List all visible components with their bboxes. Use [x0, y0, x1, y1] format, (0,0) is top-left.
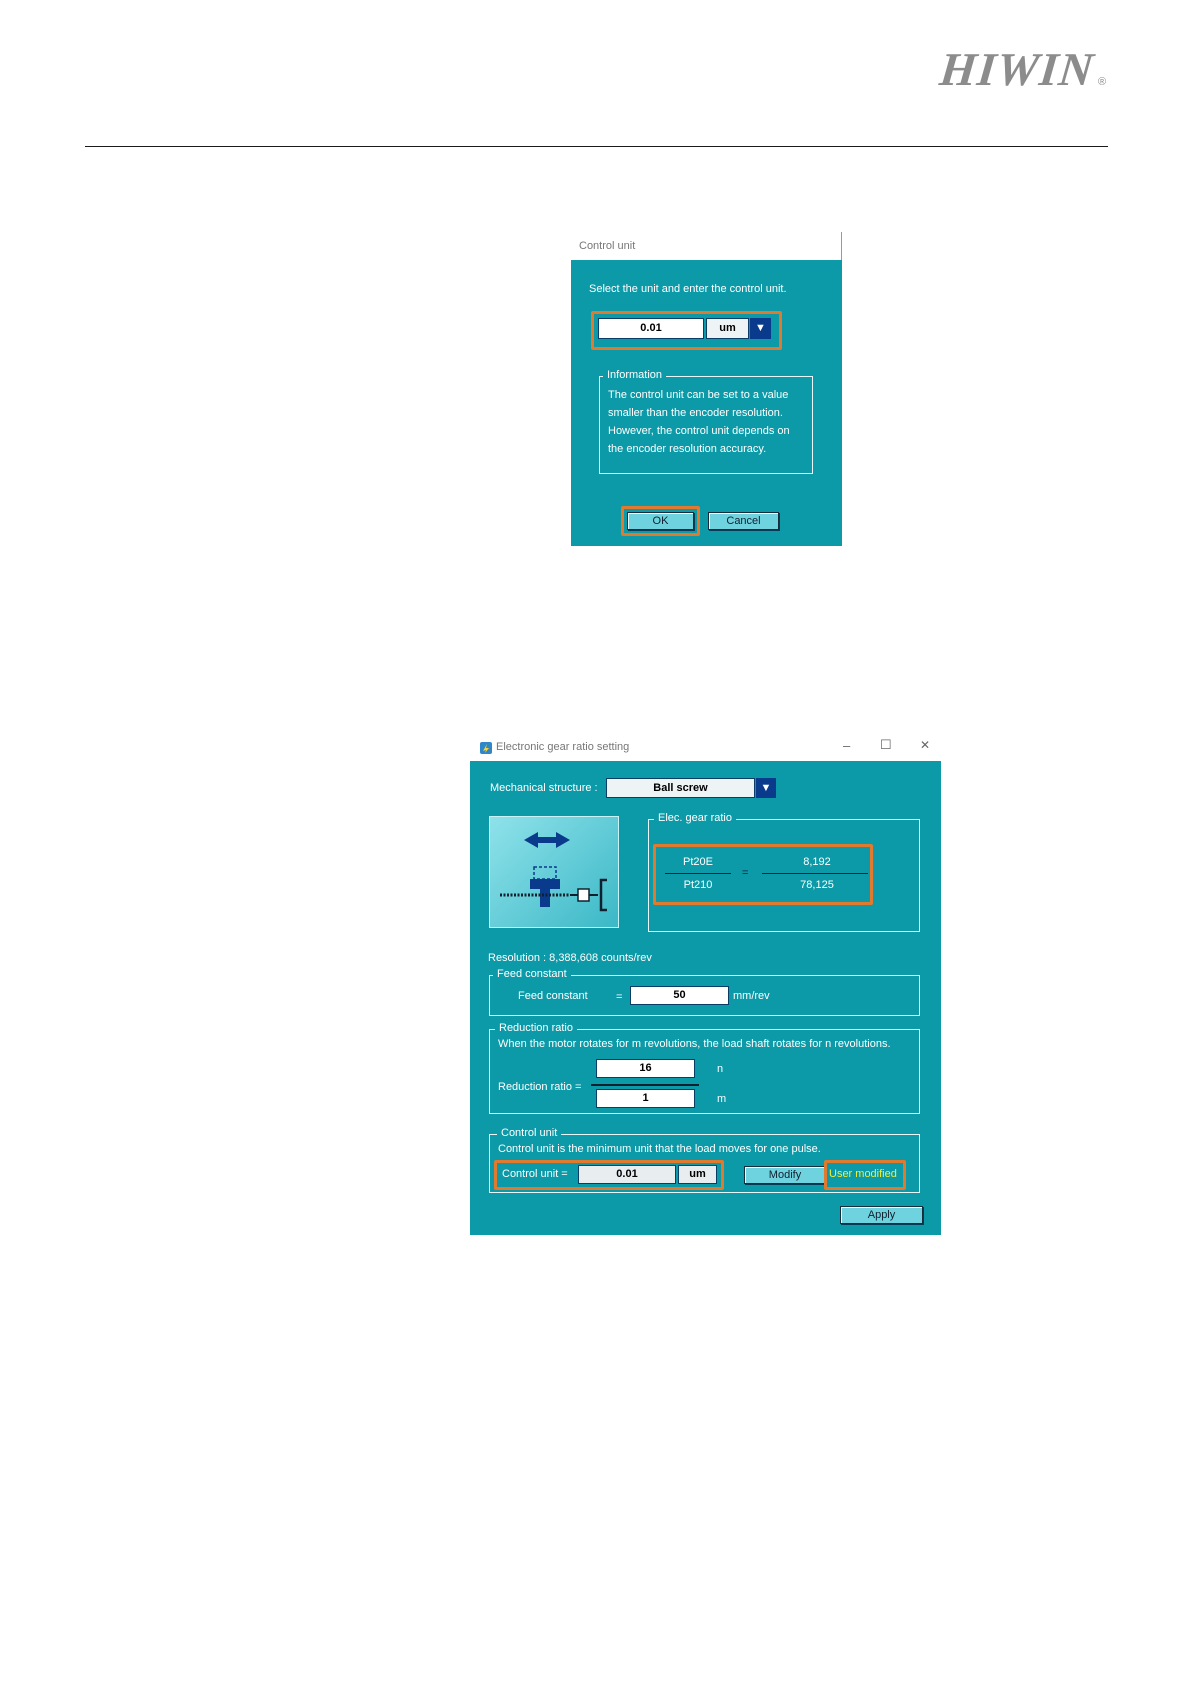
ok-button[interactable]: OK: [627, 512, 694, 530]
ball-screw-diagram-icon: [500, 832, 607, 912]
info-line: the encoder resolution accuracy.: [608, 443, 767, 455]
feed-constant-input[interactable]: 50: [630, 986, 729, 1005]
dialog-edge: [841, 232, 842, 260]
mechanical-structure-select[interactable]: Ball screw: [606, 778, 755, 798]
unit-dropdown-arrow-icon[interactable]: ▼: [750, 318, 771, 339]
feed-constant-title: Feed constant: [493, 968, 571, 980]
apply-button[interactable]: Apply: [840, 1206, 923, 1224]
reduction-n-input[interactable]: 16: [596, 1059, 695, 1078]
control-unit-value-field: 0.01: [578, 1165, 676, 1184]
control-unit-group-title: Control unit: [497, 1127, 562, 1139]
gear-numerator-value: 8,192: [803, 856, 831, 868]
reduction-ratio-description: When the motor rotates for m revolutions…: [498, 1038, 891, 1050]
reduction-ratio-title: Reduction ratio: [495, 1022, 577, 1034]
control-unit-unit-field: um: [678, 1165, 717, 1184]
gear-denominator-param: Pt210: [683, 879, 713, 891]
information-text: The control unit can be set to a value s…: [608, 386, 808, 458]
control-unit-dialog-title: Control unit: [579, 240, 636, 252]
mechanical-structure-label: Mechanical structure :: [490, 782, 598, 794]
gear-numerator-param: Pt20E: [683, 856, 713, 868]
maximize-icon[interactable]: ☐: [880, 737, 892, 753]
resolution-text: Resolution : 8,388,608 counts/rev: [488, 952, 652, 964]
gear-equals-sign: =: [742, 867, 749, 879]
reduction-m-input[interactable]: 1: [596, 1089, 695, 1108]
cancel-button[interactable]: Cancel: [708, 512, 779, 530]
gear-ratio-title: Elec. gear ratio: [654, 812, 736, 824]
app-icon: [480, 742, 492, 754]
gear-param-fraction-line: [665, 873, 731, 874]
ball-screw-picture: [489, 816, 619, 928]
control-unit-description: Control unit is the minimum unit that th…: [498, 1143, 821, 1155]
feed-constant-equals: =: [616, 991, 623, 1003]
hiwin-logo: HIWIN: [937, 44, 1097, 96]
reduction-n-label: n: [717, 1063, 724, 1075]
modify-button[interactable]: Modify: [744, 1166, 826, 1184]
info-line: The control unit can be set to a value: [608, 389, 789, 401]
close-icon[interactable]: ✕: [920, 738, 930, 752]
unit-select[interactable]: um: [706, 318, 749, 339]
control-unit-prompt: Select the unit and enter the control un…: [589, 283, 787, 295]
minimize-icon[interactable]: –: [843, 738, 850, 753]
info-line: smaller than the encoder resolution.: [608, 407, 783, 419]
control-unit-input[interactable]: 0.01: [598, 318, 704, 339]
gear-dialog-title: Electronic gear ratio setting: [496, 741, 630, 753]
feed-constant-unit: mm/rev: [733, 990, 770, 1002]
header-divider: [85, 146, 1108, 147]
reduction-m-label: m: [717, 1093, 727, 1105]
control-unit-dialog: Select the unit and enter the control un…: [571, 260, 842, 546]
user-modified-status: User modified: [829, 1168, 897, 1180]
control-unit-dialog-titlebar: Control unit: [571, 232, 842, 260]
reduction-fraction-line: [591, 1084, 699, 1086]
gear-ratio-highlight: [653, 844, 873, 905]
information-title: Information: [603, 369, 667, 381]
reduction-ratio-label: Reduction ratio =: [498, 1081, 582, 1093]
gear-value-fraction-line: [762, 873, 868, 874]
registered-mark: ®: [1098, 76, 1107, 88]
info-line: However, the control unit depends on: [608, 425, 790, 437]
control-unit-label: Control unit =: [502, 1168, 568, 1180]
feed-constant-label: Feed constant: [518, 990, 588, 1002]
gear-ratio-dialog: Mechanical structure : Ball screw ▼ Elec…: [470, 761, 941, 1235]
gear-dialog-titlebar: Electronic gear ratio setting – ☐ ✕: [470, 733, 941, 761]
mechanical-dropdown-arrow-icon[interactable]: ▼: [756, 778, 776, 798]
gear-denominator-value: 78,125: [800, 879, 834, 891]
